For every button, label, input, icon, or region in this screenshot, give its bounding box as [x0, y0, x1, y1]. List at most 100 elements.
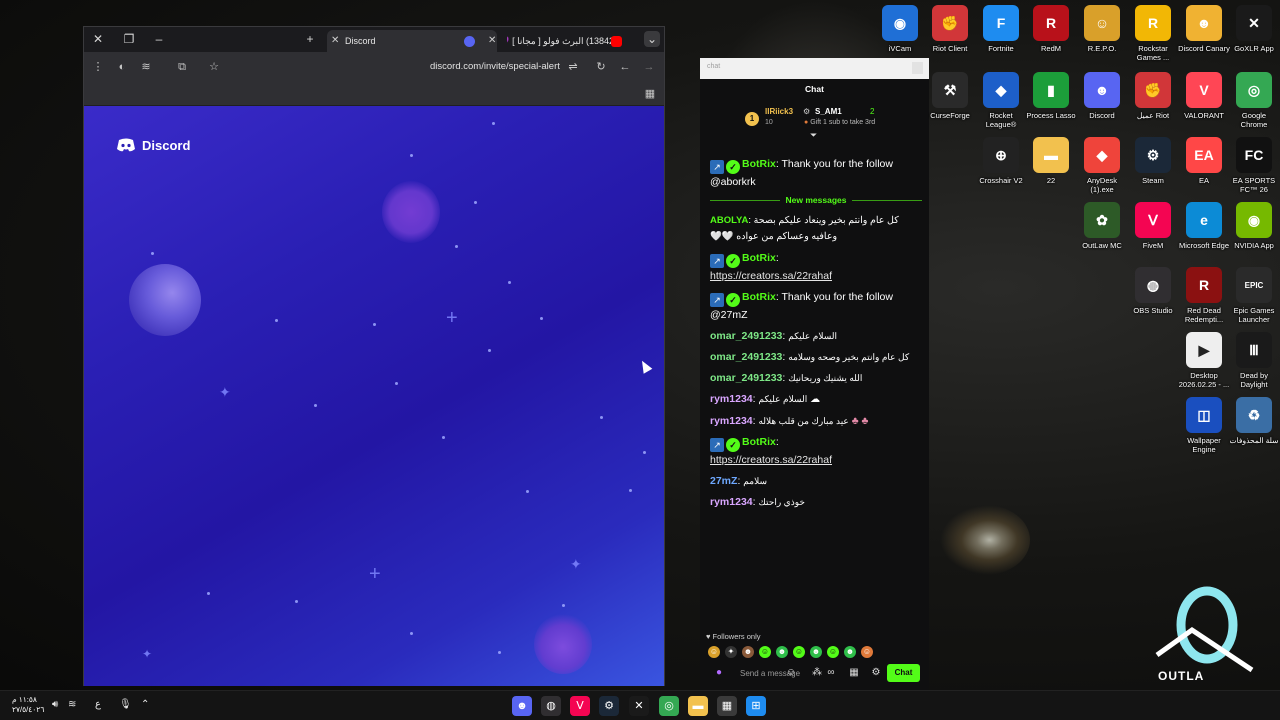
taskbar-fivem-icon[interactable]: Ⅴ: [570, 696, 590, 716]
system-clock[interactable]: ١١:٥٨ م ٢٧/٥/٤٠٢٦: [12, 695, 44, 715]
window-control-icon[interactable]: [912, 62, 923, 74]
desktop-shortcut[interactable]: Ⅴ FiveM: [1127, 202, 1179, 250]
emote-icon[interactable]: ☻: [776, 646, 788, 658]
desktop-shortcut[interactable]: ☻ Discord Canary: [1178, 5, 1230, 53]
send-chat-button[interactable]: Chat: [887, 664, 920, 682]
close-tab-icon[interactable]: ✕: [331, 30, 339, 52]
desktop-shortcut[interactable]: F Fortnite: [975, 5, 1027, 53]
desktop-shortcut[interactable]: ☻ Discord: [1076, 72, 1128, 120]
desktop-shortcut[interactable]: ◍ OBS Studio: [1127, 267, 1179, 315]
desktop-shortcut[interactable]: ◎ Google Chrome: [1228, 72, 1280, 129]
bookmark-star-icon[interactable]: ☆: [206, 59, 222, 75]
close-tab-icon[interactable]: ✕: [488, 30, 496, 52]
microphone-tray-icon[interactable]: 🎙︎: [119, 699, 132, 710]
emote-icon[interactable]: ✦: [725, 646, 737, 658]
wifi-icon[interactable]: ≋: [68, 699, 76, 710]
emote-icon[interactable]: ☺: [759, 646, 771, 658]
chat-username[interactable]: ABOLYA: [710, 215, 748, 226]
extensions-puzzle-icon[interactable]: ⧉: [174, 59, 190, 75]
quick-actions-icon[interactable]: ⁂: [810, 666, 824, 680]
desktop-shortcut[interactable]: ⚒ CurseForge: [924, 72, 976, 120]
desktop-shortcut[interactable]: ◆ Rocket League®: [975, 72, 1027, 129]
taskbar-chrome-icon[interactable]: ◎: [659, 696, 679, 716]
chat-username[interactable]: 27mZ: [710, 475, 737, 487]
store-icon[interactable]: ▦: [847, 666, 861, 680]
infinity-icon[interactable]: ∞: [824, 666, 838, 680]
chat-username[interactable]: omar_2491233: [710, 330, 782, 342]
settings-gear-icon[interactable]: ⚙: [869, 666, 883, 680]
desktop-shortcut[interactable]: R Rockstar Games ...: [1127, 5, 1179, 62]
desktop-shortcut[interactable]: ▮ Process Lasso: [1025, 72, 1077, 120]
desktop-shortcut[interactable]: ✊ عميل Riot: [1127, 72, 1179, 120]
forward-icon[interactable]: →: [641, 59, 657, 75]
desktop-shortcut[interactable]: ♻ سلة المحذوفات: [1228, 397, 1280, 445]
desktop-shortcut[interactable]: ✊ Riot Client: [924, 5, 976, 53]
address-bar[interactable]: discord.com/invite/special-alert: [430, 61, 560, 72]
emote-icon[interactable]: ☺: [861, 646, 873, 658]
chat-username[interactable]: rym1234: [710, 415, 753, 427]
desktop-shortcut[interactable]: ☺ R.E.P.O.: [1076, 5, 1128, 53]
volume-icon[interactable]: 🔊︎: [52, 699, 58, 710]
chat-username[interactable]: rym1234: [710, 496, 753, 508]
desktop-shortcut[interactable]: EPIC Epic Games Launcher: [1228, 267, 1280, 324]
emote-icon[interactable]: ☺: [827, 646, 839, 658]
extension-icon[interactable]: ≋: [138, 59, 154, 75]
back-icon[interactable]: ←: [617, 59, 633, 75]
taskbar-windows-start-icon[interactable]: ⊞: [746, 696, 766, 716]
desktop-shortcut[interactable]: ◉ NVIDIA App: [1228, 202, 1280, 250]
taskbar-file-explorer-icon[interactable]: ▬: [688, 696, 708, 716]
chat-search-bar[interactable]: chat: [700, 58, 929, 79]
chat-username[interactable]: BotRix: [742, 158, 776, 170]
language-indicator-icon[interactable]: ع: [95, 699, 101, 710]
restore-window-icon[interactable]: ❐: [121, 31, 137, 47]
desktop-shortcut[interactable]: ▶ Desktop 2026.02.25 - ...: [1178, 332, 1230, 389]
close-window-icon[interactable]: ✕: [90, 31, 106, 47]
tab-youtube[interactable]: ✕ (13842) البرث فولو [ مجانا ] 💜: [488, 30, 647, 52]
desktop-shortcut[interactable]: R Red Dead Redempti...: [1178, 267, 1230, 324]
desktop-shortcut[interactable]: Ⅲ Dead by Daylight: [1228, 332, 1280, 389]
tab-discord[interactable]: ✕ Discord: [327, 30, 497, 52]
desktop-shortcut[interactable]: ⊕ Crosshair V2: [975, 137, 1027, 185]
desktop-shortcut[interactable]: R RedM: [1025, 5, 1077, 53]
taskbar-steam-icon[interactable]: ⚙: [599, 696, 619, 716]
desktop-shortcut[interactable]: ✕ GoXLR App: [1228, 5, 1280, 53]
chat-username[interactable]: BotRix: [742, 436, 776, 448]
discord-logo[interactable]: Discord: [116, 138, 190, 153]
collapse-filter-icon[interactable]: ⏷: [810, 130, 817, 141]
site-settings-icon[interactable]: ⇌: [565, 59, 581, 75]
emote-icon[interactable]: ☻: [844, 646, 856, 658]
new-tab-icon[interactable]: +: [302, 31, 318, 47]
minimize-window-icon[interactable]: –: [151, 31, 167, 47]
profile-icon[interactable]: ◐: [114, 59, 130, 75]
chat-username[interactable]: BotRix: [742, 291, 776, 303]
apps-grid-icon[interactable]: ▦: [642, 86, 658, 102]
emote-icon[interactable]: ☺: [708, 646, 720, 658]
desktop-shortcut[interactable]: ◆ AnyDesk (1).exe: [1076, 137, 1128, 194]
taskbar-discord-icon[interactable]: ☻: [512, 696, 532, 716]
emote-icon[interactable]: ☺: [793, 646, 805, 658]
desktop-shortcut[interactable]: e Microsoft Edge: [1178, 202, 1230, 250]
chat-link[interactable]: https://creators.sa/22rahaf: [710, 454, 832, 466]
chat-username[interactable]: omar_2491233: [710, 351, 782, 363]
taskbar-goxlr-icon[interactable]: ✕: [629, 696, 649, 716]
desktop-shortcut[interactable]: V VALORANT: [1178, 72, 1230, 120]
desktop-shortcut[interactable]: FC EA SPORTS FC™ 26: [1228, 137, 1280, 194]
taskbar-store-icon[interactable]: ▦: [717, 696, 737, 716]
taskbar-obs-icon[interactable]: ◍: [541, 696, 561, 716]
show-hidden-icons-icon[interactable]: ⌃: [141, 699, 149, 710]
desktop-shortcut[interactable]: ✿ OutLaw MC: [1076, 202, 1128, 250]
chat-username[interactable]: BotRix: [742, 252, 776, 264]
reload-icon[interactable]: ↻: [593, 59, 609, 75]
menu-kebab-icon[interactable]: ⋮: [90, 59, 106, 75]
emote-icon[interactable]: ☻: [742, 646, 754, 658]
emote-icon[interactable]: ☻: [810, 646, 822, 658]
tab-search-icon[interactable]: ⌄: [644, 31, 660, 47]
desktop-shortcut[interactable]: EA EA: [1178, 137, 1230, 185]
emoji-picker-icon[interactable]: ☺: [784, 666, 798, 680]
desktop-shortcut[interactable]: ◉ iVCam: [874, 5, 926, 53]
chat-link[interactable]: https://creators.sa/22rahaf: [710, 270, 832, 282]
chat-username[interactable]: omar_2491233: [710, 372, 782, 384]
desktop-shortcut[interactable]: ▬ 22: [1025, 137, 1077, 185]
chat-username[interactable]: rym1234: [710, 393, 753, 405]
desktop-shortcut[interactable]: ⚙ Steam: [1127, 137, 1179, 185]
